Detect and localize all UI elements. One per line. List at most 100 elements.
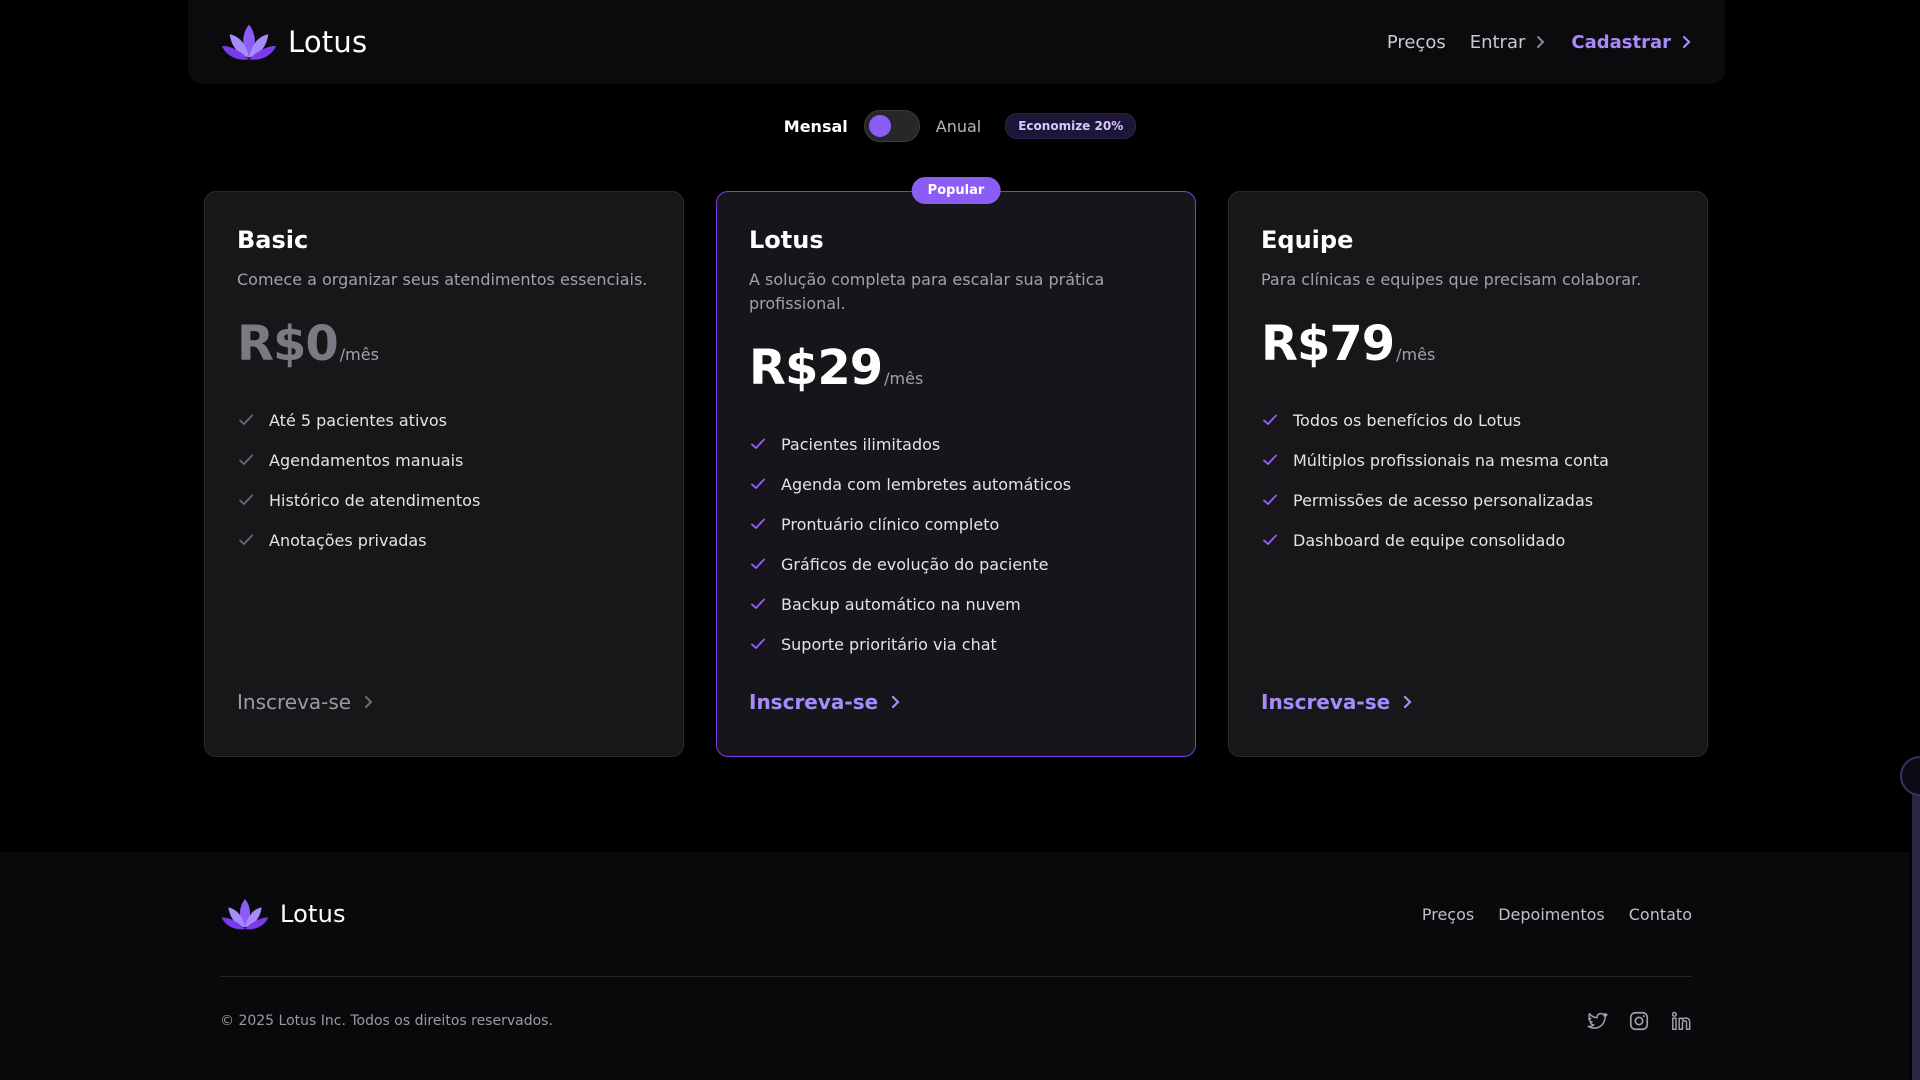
feature-text: Pacientes ilimitados xyxy=(781,434,941,454)
lotus-logo-icon xyxy=(221,24,277,60)
pricing-plans: Basic Comece a organizar seus atendiment… xyxy=(204,177,1708,757)
subscribe-lotus-button[interactable]: Inscreva-se xyxy=(749,690,902,714)
nav-login-link[interactable]: Entrar xyxy=(1470,32,1548,53)
feature-text: Até 5 pacientes ativos xyxy=(269,410,447,430)
plan-price: R$29 xyxy=(749,340,883,396)
feature-text: Prontuário clínico completo xyxy=(781,514,1000,534)
linkedin-icon[interactable] xyxy=(1670,1010,1692,1032)
billing-annual-label[interactable]: Anual xyxy=(936,117,981,136)
check-icon xyxy=(1263,414,1277,425)
plan-card-basic: Basic Comece a organizar seus atendiment… xyxy=(204,191,684,757)
feature-item: Backup automático na nuvem xyxy=(749,584,1163,624)
plan-price: R$79 xyxy=(1261,316,1395,372)
popular-badge: Popular xyxy=(911,177,1001,204)
floating-action-bubble[interactable] xyxy=(1900,756,1920,796)
feature-item: Agenda com lembretes automáticos xyxy=(749,464,1163,504)
feature-item: Histórico de atendimentos xyxy=(237,480,651,520)
plan-card-lotus: Popular Lotus A solução completa para es… xyxy=(716,177,1196,757)
nav-signup-link[interactable]: Cadastrar xyxy=(1571,32,1693,53)
nav-pricing-link[interactable]: Preços xyxy=(1387,32,1446,53)
cta-label: Inscreva-se xyxy=(237,690,352,714)
feature-text: Múltiplos profissionais na mesma conta xyxy=(1293,450,1609,470)
footer-link-pricing[interactable]: Preços xyxy=(1422,905,1474,924)
feature-item: Múltiplos profissionais na mesma conta xyxy=(1261,440,1675,480)
plan-price-row: R$29 /mês xyxy=(749,340,1163,396)
footer-top-row: Lotus Preços Depoimentos Contato xyxy=(220,852,1692,977)
feature-item: Até 5 pacientes ativos xyxy=(237,400,651,440)
plan-price: R$0 xyxy=(237,316,339,372)
check-icon xyxy=(239,414,253,425)
lotus-logo-icon xyxy=(221,899,269,930)
nav-login-label: Entrar xyxy=(1469,31,1526,53)
plan-price-row: R$79 /mês xyxy=(1261,316,1675,372)
page-scrollbar[interactable] xyxy=(1912,760,1920,1080)
feature-text: Todos os benefícios do Lotus xyxy=(1293,410,1522,430)
twitter-icon[interactable] xyxy=(1586,1010,1608,1032)
plan-description: A solução completa para escalar sua prát… xyxy=(749,270,1105,313)
check-icon xyxy=(239,454,253,465)
feature-text: Gráficos de evolução do paciente xyxy=(781,554,1049,574)
footer-brand-link[interactable]: Lotus xyxy=(220,894,346,934)
check-icon xyxy=(751,638,765,649)
billing-period-switch[interactable] xyxy=(863,110,920,142)
cta-label: Inscreva-se xyxy=(749,690,879,714)
feature-text: Agenda com lembretes automáticos xyxy=(781,474,1072,494)
chevron-right-icon xyxy=(365,696,373,708)
cta-label: Inscreva-se xyxy=(1261,690,1391,714)
plan-period: /mês xyxy=(339,345,379,364)
site-header: Lotus Preços Entrar Cadastrar xyxy=(188,0,1725,84)
check-icon xyxy=(751,598,765,609)
feature-text: Suporte prioritário via chat xyxy=(781,634,997,654)
feature-text: Dashboard de equipe consolidado xyxy=(1293,530,1566,550)
copyright-text: © 2025 Lotus Inc. Todos os direitos rese… xyxy=(220,1013,553,1029)
billing-monthly-label[interactable]: Mensal xyxy=(784,117,848,136)
feature-text: Backup automático na nuvem xyxy=(781,594,1021,614)
check-icon xyxy=(1263,494,1277,505)
subscribe-equipe-button[interactable]: Inscreva-se xyxy=(1261,690,1414,714)
feature-item: Todos os benefícios do Lotus xyxy=(1261,400,1675,440)
plan-card-equipe: Equipe Para clínicas e equipes que preci… xyxy=(1228,191,1708,757)
footer-nav: Preços Depoimentos Contato xyxy=(1422,905,1692,924)
billing-toggle-row: Mensal Anual Economize 20% xyxy=(0,110,1920,142)
feature-item: Gráficos de evolução do paciente xyxy=(749,544,1163,584)
chevron-right-icon xyxy=(1404,695,1412,709)
chevron-right-icon xyxy=(1537,36,1545,48)
plan-name: Equipe xyxy=(1261,226,1354,254)
switch-knob xyxy=(868,115,891,137)
plan-period: /mês xyxy=(1396,345,1436,364)
feature-item: Agendamentos manuais xyxy=(237,440,651,480)
brand-link[interactable]: Lotus xyxy=(220,20,367,64)
check-icon xyxy=(1263,454,1277,465)
check-icon xyxy=(239,494,253,505)
plan-features: Até 5 pacientes ativos Agendamentos manu… xyxy=(237,400,651,560)
footer-brand-name: Lotus xyxy=(280,900,346,928)
savings-badge: Economize 20% xyxy=(1005,113,1137,139)
feature-text: Permissões de acesso personalizadas xyxy=(1293,490,1594,510)
check-icon xyxy=(751,518,765,529)
feature-item: Anotações privadas xyxy=(237,520,651,560)
plan-price-row: R$0 /mês xyxy=(237,316,651,372)
subscribe-basic-button[interactable]: Inscreva-se xyxy=(237,690,375,714)
footer-link-contact[interactable]: Contato xyxy=(1629,905,1692,924)
top-nav: Preços Entrar Cadastrar xyxy=(1387,32,1693,53)
plan-name: Lotus xyxy=(749,226,824,254)
footer-link-testimonials[interactable]: Depoimentos xyxy=(1498,905,1605,924)
check-icon xyxy=(751,478,765,489)
brand-name: Lotus xyxy=(288,25,368,59)
plan-description: Para clínicas e equipes que precisam col… xyxy=(1261,270,1642,289)
check-icon xyxy=(1263,534,1277,545)
plan-features: Pacientes ilimitados Agenda com lembrete… xyxy=(749,424,1163,664)
plan-features: Todos os benefícios do Lotus Múltiplos p… xyxy=(1261,400,1675,560)
footer-bottom-row: © 2025 Lotus Inc. Todos os direitos rese… xyxy=(220,977,1692,1065)
feature-item: Permissões de acesso personalizadas xyxy=(1261,480,1675,520)
plan-period: /mês xyxy=(884,369,924,388)
chevron-right-icon xyxy=(1682,35,1691,49)
instagram-icon[interactable] xyxy=(1628,1010,1650,1032)
feature-item: Suporte prioritário via chat xyxy=(749,624,1163,664)
plan-name: Basic xyxy=(237,226,309,254)
check-icon xyxy=(751,558,765,569)
nav-signup-label: Cadastrar xyxy=(1571,31,1671,53)
feature-text: Anotações privadas xyxy=(269,530,427,550)
social-links xyxy=(1586,1010,1692,1032)
check-icon xyxy=(751,438,765,449)
